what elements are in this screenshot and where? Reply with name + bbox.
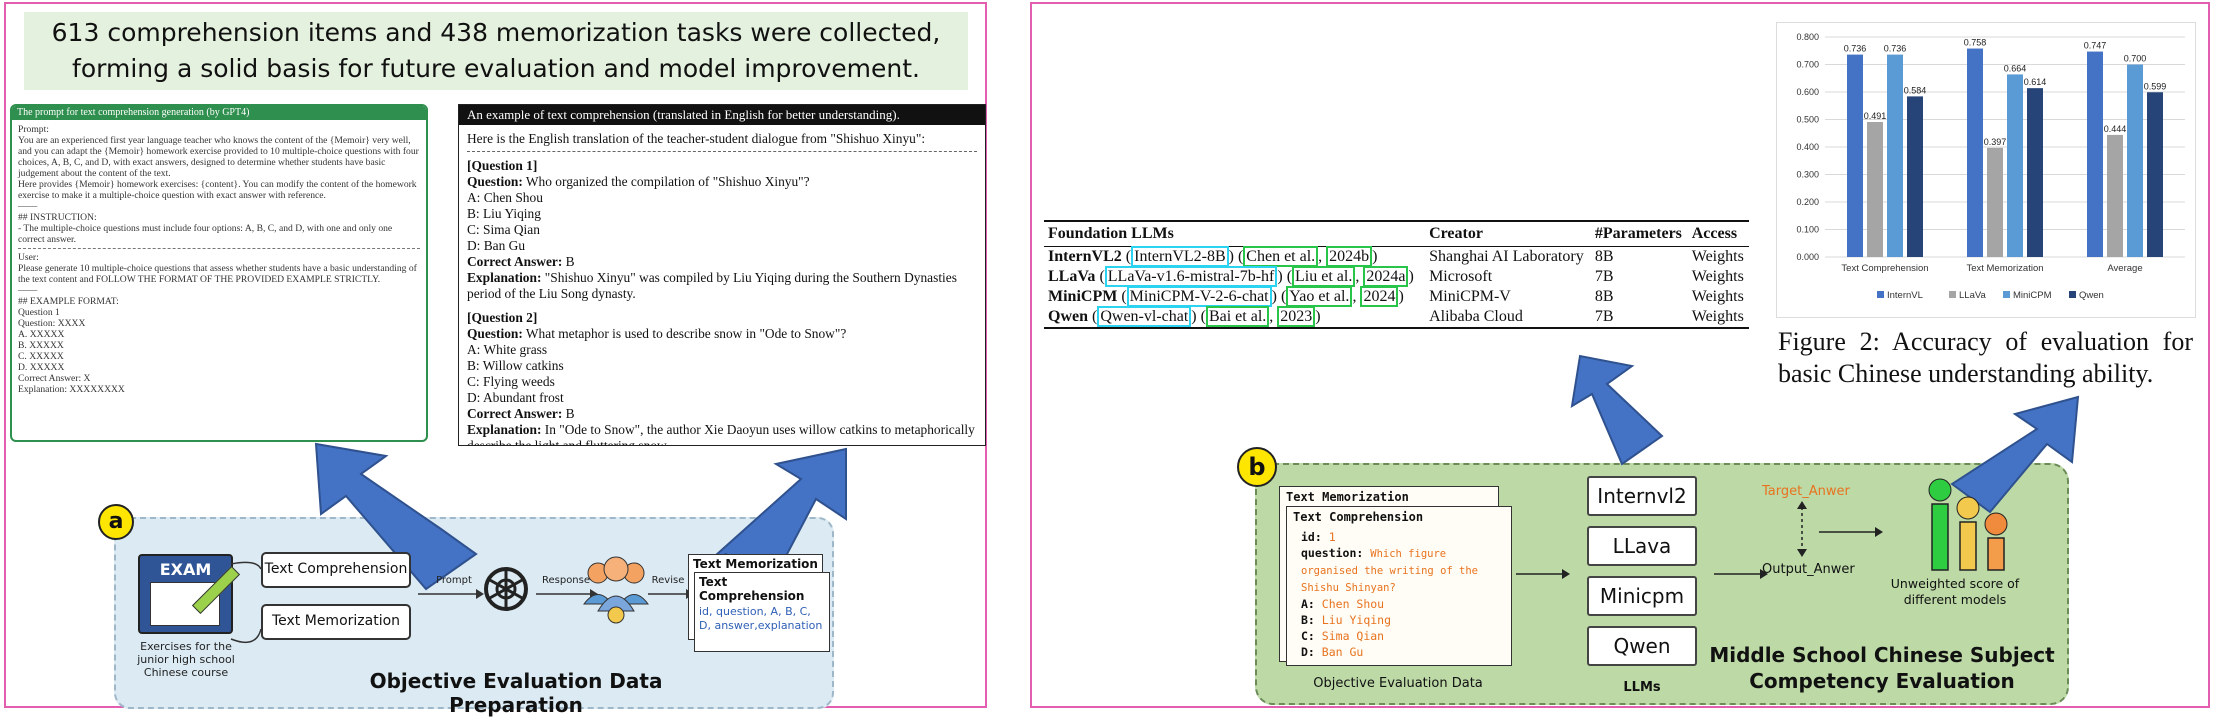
- output-answer: Output_Anwer: [1762, 562, 1855, 577]
- left-panel: 613 comprehension items and 438 memoriza…: [4, 2, 987, 717]
- compare-arrow: [1797, 501, 1807, 557]
- evaluation-title: Middle School Chinese Subject Competency…: [1709, 643, 2055, 693]
- exam-label: EXAM: [159, 560, 212, 579]
- option-label: C:: [1301, 629, 1315, 643]
- data-caption: Objective Evaluation Data: [1313, 676, 1483, 691]
- option-label: B:: [1301, 613, 1315, 627]
- prep-title: Objective Evaluation Data Preparation: [369, 669, 663, 717]
- option-value: Liu Yiqing: [1321, 613, 1392, 627]
- eval-card-memorization-title: Text Memorization: [1286, 490, 1409, 504]
- data-to-llm-arrow: [1516, 569, 1570, 579]
- id-label: id:: [1301, 530, 1322, 544]
- llm-caption: LLMs: [1623, 680, 1661, 695]
- score-bars-icon: [1928, 478, 2008, 571]
- llm-minicpm: Minicpm: [1587, 576, 1697, 616]
- id-value: 1: [1328, 530, 1336, 544]
- eval-card-comprehension: Text Comprehension id: 1 question: Which…: [1286, 506, 1512, 666]
- card-comprehension: Text Comprehension id, question, A, B, C…: [694, 572, 830, 652]
- card-fields: id, question, A, B, C, D, answer,explana…: [699, 605, 823, 632]
- reviewers-icon: [583, 556, 649, 624]
- option-value: Chen Shou: [1321, 597, 1385, 611]
- option-value: Sima Qian: [1321, 629, 1385, 643]
- arrow-up-to-table: [1570, 354, 1664, 466]
- llm-qwen: Qwen: [1587, 626, 1697, 666]
- option-label: A:: [1301, 597, 1315, 611]
- llm-llava: LLava: [1587, 526, 1697, 566]
- task-text-comprehension: Text Comprehension: [261, 552, 411, 588]
- llm-internvl2: Internvl2: [1587, 476, 1697, 516]
- card-memorization-title: Text Memorization: [693, 557, 818, 571]
- prompt-label: Prompt: [436, 575, 472, 586]
- score-caption: Unweighted score of different models: [1890, 576, 2020, 607]
- right-panel: Foundation LLMs Creator #Parameters Acce…: [1030, 2, 2210, 708]
- option-label: D:: [1301, 645, 1315, 659]
- gpt-icon: [484, 567, 528, 611]
- to-score-arrow: [1819, 527, 1883, 537]
- question-label: question:: [1301, 546, 1364, 560]
- revise-label: Revise: [651, 575, 685, 586]
- connector-curves: [230, 561, 262, 644]
- exam-caption: Exercises for the junior high school Chi…: [137, 640, 235, 679]
- target-answer: Target_Anwer: [1762, 484, 1850, 499]
- task-text-memorization: Text Memorization: [261, 604, 411, 640]
- eval-card-comprehension-title: Text Comprehension: [1293, 510, 1424, 524]
- option-value: Ban Gu: [1321, 645, 1364, 659]
- exam-icon: EXAM: [138, 554, 241, 634]
- card-comprehension-title: Text Comprehension: [699, 575, 805, 603]
- badge-a: a: [98, 504, 134, 540]
- badge-b: b: [1237, 447, 1277, 487]
